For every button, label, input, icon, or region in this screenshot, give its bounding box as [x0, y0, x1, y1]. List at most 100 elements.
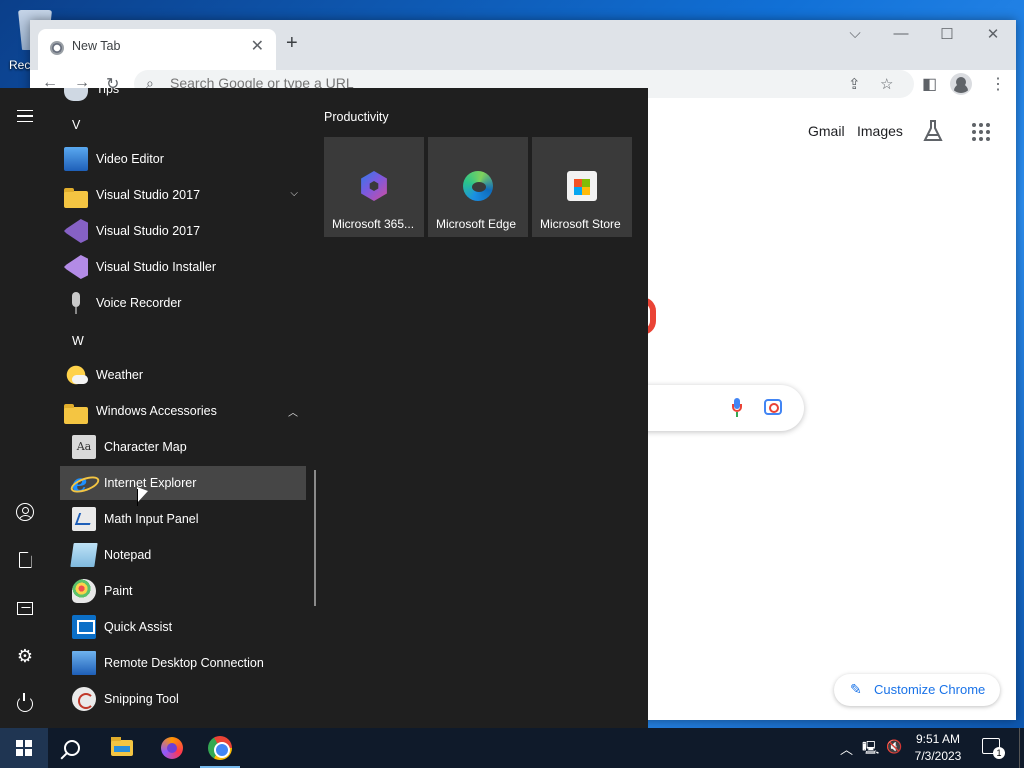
start-button[interactable]: [0, 728, 48, 768]
app-label: Snipping Tool: [104, 692, 179, 706]
app-label: Windows Accessories: [96, 404, 217, 418]
action-center-icon[interactable]: 1: [982, 738, 1005, 759]
clock-date: 7/3/2023: [914, 749, 962, 763]
tile-microsoft-store[interactable]: Microsoft Store: [532, 137, 632, 237]
snipping-tool-icon: [72, 687, 96, 711]
file-explorer-icon: [111, 737, 133, 756]
app-item-voice-recorder[interactable]: Voice Recorder: [60, 286, 306, 320]
show-desktop-button[interactable]: [1019, 728, 1024, 768]
paint-palette-icon: [72, 579, 96, 603]
taskbar-chrome[interactable]: [196, 728, 244, 768]
remote-desktop-icon: [72, 651, 96, 675]
menu-kebab-icon[interactable]: ⋮: [990, 74, 1006, 94]
new-tab-button[interactable]: +: [286, 32, 298, 55]
app-item-snipping-tool[interactable]: Snipping Tool: [60, 682, 306, 716]
video-editor-icon: [64, 147, 88, 171]
app-item-video-editor[interactable]: Video Editor: [60, 142, 306, 176]
app-item-math-input-panel[interactable]: Math Input Panel: [60, 502, 306, 536]
app-item-weather[interactable]: Weather: [60, 358, 306, 392]
folder-visual-studio-2017[interactable]: Visual Studio 2017 ⌵: [60, 178, 306, 212]
app-item-paint[interactable]: Paint: [60, 574, 306, 608]
letter-header-v[interactable]: V: [72, 118, 80, 132]
app-label: Paint: [104, 584, 133, 598]
character-map-icon: Aa: [72, 435, 96, 459]
expand-menu-button[interactable]: [0, 96, 50, 136]
close-window-button[interactable]: ✕: [970, 25, 1016, 43]
minimize-button[interactable]: —: [878, 25, 924, 42]
gmail-link[interactable]: Gmail: [808, 123, 845, 139]
pictures-button[interactable]: [0, 588, 50, 628]
tab-close-icon[interactable]: ✕: [251, 36, 264, 56]
google-apps-icon[interactable]: [972, 123, 990, 141]
tab-search-chevron-icon[interactable]: ⌵: [832, 25, 878, 42]
taskbar-search-button[interactable]: [48, 728, 96, 768]
customize-chrome-button[interactable]: ✎ Customize Chrome: [834, 674, 1000, 706]
app-label: Tips: [96, 88, 120, 96]
app-label: Visual Studio 2017: [96, 224, 201, 238]
quick-assist-icon: [72, 615, 96, 639]
tile-label: Microsoft Store: [540, 217, 621, 231]
app-list[interactable]: Tips V Video Editor Visual Studio 2017 ⌵…: [50, 88, 312, 728]
app-item-notepad[interactable]: Notepad: [60, 538, 306, 572]
picture-icon: [17, 601, 33, 615]
start-rail: ⚙: [0, 88, 50, 728]
network-icon[interactable]: 🖳: [862, 739, 879, 761]
app-item-internet-explorer[interactable]: e Internet Explorer: [60, 466, 306, 500]
tile-microsoft-edge[interactable]: Microsoft Edge: [428, 137, 528, 237]
account-button[interactable]: [0, 492, 50, 532]
clock[interactable]: 9:51 AM 7/3/2023: [908, 731, 968, 765]
chevron-up-icon: ︿: [288, 408, 298, 419]
share-icon[interactable]: ⇪: [848, 75, 861, 93]
app-item-remote-desktop[interactable]: Remote Desktop Connection: [60, 646, 306, 680]
lens-camera-icon[interactable]: [764, 399, 782, 415]
app-list-scrollbar[interactable]: [314, 470, 316, 606]
chrome-icon: [208, 736, 232, 760]
app-label: Internet Explorer: [104, 476, 197, 490]
power-button[interactable]: [0, 684, 50, 724]
folder-windows-accessories[interactable]: Windows Accessories ︿: [60, 394, 306, 428]
app-label: Character Map: [104, 440, 187, 454]
tile-label: Microsoft Edge: [436, 217, 517, 231]
side-panel-icon[interactable]: ◧: [922, 74, 937, 94]
taskbar-file-explorer[interactable]: [98, 728, 146, 768]
app-item-quick-assist[interactable]: Quick Assist: [60, 610, 306, 644]
images-link[interactable]: Images: [857, 123, 903, 139]
app-item-visual-studio-2017[interactable]: Visual Studio 2017: [60, 214, 306, 248]
edge-icon: [463, 171, 493, 201]
tile-microsoft-365[interactable]: Microsoft 365...: [324, 137, 424, 237]
tab-new-tab[interactable]: New Tab ✕: [38, 29, 276, 70]
show-hidden-icons-chevron-icon[interactable]: ︿: [840, 739, 853, 758]
app-label: Video Editor: [96, 152, 164, 166]
pencil-icon: ✎: [850, 681, 862, 697]
app-label: Quick Assist: [104, 620, 173, 634]
volume-muted-icon[interactable]: 🔇: [886, 739, 902, 755]
app-label: Voice Recorder: [96, 296, 182, 310]
hamburger-icon: [17, 110, 33, 122]
app-label: Math Input Panel: [104, 512, 199, 526]
maximize-button[interactable]: ☐: [924, 25, 970, 43]
letter-header-w[interactable]: W: [72, 334, 84, 348]
app-item-tips[interactable]: Tips: [60, 88, 306, 106]
voice-search-icon[interactable]: [732, 398, 742, 418]
taskbar-firefox[interactable]: [148, 728, 196, 768]
labs-flask-icon[interactable]: [923, 120, 943, 142]
chevron-down-icon: ⌵: [290, 188, 298, 199]
user-icon: [16, 503, 34, 521]
microsoft-365-icon: [361, 171, 387, 201]
documents-button[interactable]: [0, 540, 50, 580]
app-label: Weather: [96, 368, 144, 382]
folder-icon: [64, 403, 88, 424]
document-icon: [18, 552, 32, 568]
search-icon: [64, 740, 80, 756]
chrome-favicon-icon: [50, 41, 64, 55]
app-item-character-map[interactable]: Aa Character Map: [60, 430, 306, 464]
app-item-visual-studio-installer[interactable]: Visual Studio Installer: [60, 250, 306, 284]
tiles-group-header[interactable]: Productivity: [324, 110, 389, 124]
settings-button[interactable]: ⚙: [0, 636, 50, 676]
profile-avatar-icon[interactable]: [950, 73, 972, 95]
app-label: Visual Studio Installer: [96, 260, 216, 274]
store-icon: [567, 171, 597, 201]
folder-icon: [64, 187, 88, 208]
bookmark-star-icon[interactable]: ☆: [880, 75, 893, 93]
app-label: Notepad: [104, 548, 152, 562]
